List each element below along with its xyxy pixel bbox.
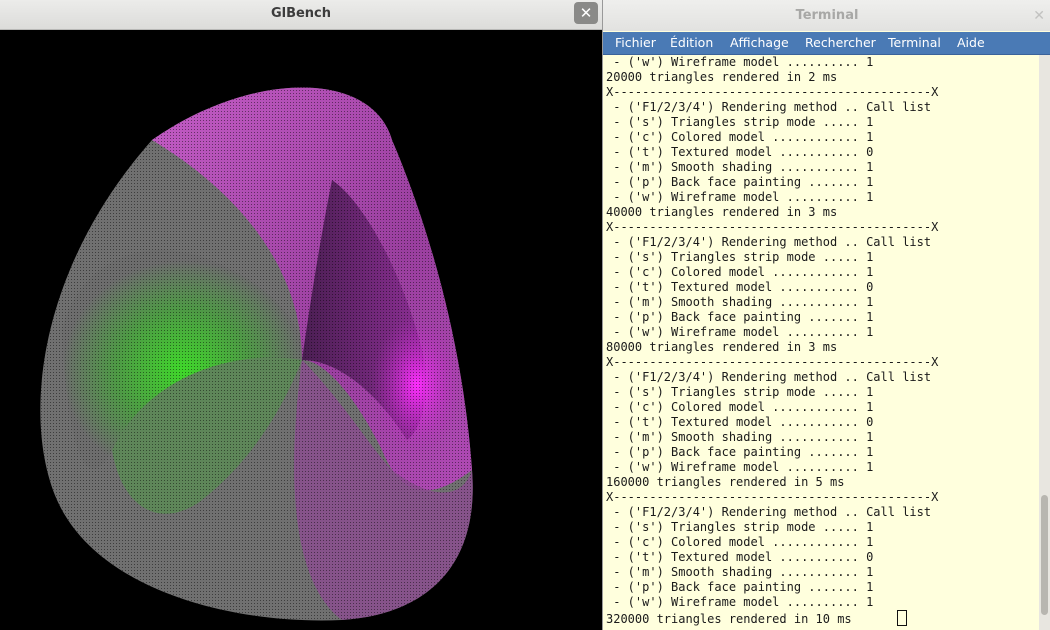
terminal-line: X---------------------------------------…	[606, 355, 939, 369]
glbench-title: GlBench	[270, 6, 332, 21]
menu-aide[interactable]: Aide	[957, 35, 985, 50]
terminal-line: - ('c') Colored model ............ 1	[606, 400, 874, 414]
terminal-line: X---------------------------------------…	[606, 490, 939, 504]
glbench-titlebar[interactable]: GlBench ✕	[0, 0, 602, 30]
terminal-line: - ('m') Smooth shading ........... 1	[606, 160, 874, 174]
terminal-scrollbar[interactable]	[1039, 55, 1050, 630]
terminal-close-button[interactable]: ✕	[1033, 8, 1045, 24]
terminal-line: - ('m') Smooth shading ........... 1	[606, 295, 874, 309]
terminal-output[interactable]: - ('w') Wireframe model .......... 1 2000…	[603, 55, 1039, 630]
terminal-line: 80000 triangles rendered in 3 ms	[606, 340, 838, 354]
terminal-line: - ('p') Back face painting ....... 1	[606, 310, 874, 324]
terminal-line: - ('w') Wireframe model .......... 1	[606, 190, 874, 204]
scrollbar-thumb[interactable]	[1041, 495, 1048, 615]
terminal-line: - ('F1/2/3/4') Rendering method .. Call …	[606, 505, 932, 519]
menu-terminal[interactable]: Terminal	[888, 35, 941, 50]
terminal-line: - ('t') Textured model ........... 0	[606, 145, 874, 159]
terminal-line: - ('m') Smooth shading ........... 1	[606, 430, 874, 444]
terminal-line: 320000 triangles rendered in 10 ms	[603, 610, 1039, 626]
terminal-line: X---------------------------------------…	[606, 85, 939, 99]
wireframe-surface	[40, 87, 473, 621]
terminal-line: 40000 triangles rendered in 3 ms	[606, 205, 838, 219]
terminal-menubar: Fichier Édition Affichage Rechercher Ter…	[603, 32, 1050, 55]
terminal-line: - ('p') Back face painting ....... 1	[606, 175, 874, 189]
terminal-line: - ('p') Back face painting ....... 1	[606, 445, 874, 459]
terminal-line: 160000 triangles rendered in 5 ms	[606, 475, 845, 489]
menu-rechercher[interactable]: Rechercher	[805, 35, 876, 50]
terminal-line: - ('F1/2/3/4') Rendering method .. Call …	[606, 235, 932, 249]
menu-edition[interactable]: Édition	[670, 35, 713, 50]
terminal-line: - ('s') Triangles strip mode ..... 1	[606, 250, 874, 264]
terminal-title: Terminal	[795, 8, 859, 23]
terminal-line: - ('w') Wireframe model .......... 1	[606, 460, 874, 474]
terminal-line: - ('w') Wireframe model .......... 1	[606, 595, 874, 609]
terminal-line: 20000 triangles rendered in 2 ms	[606, 70, 838, 84]
terminal-window: Terminal ✕ Fichier Édition Affichage Rec…	[602, 0, 1050, 630]
terminal-line: - ('c') Colored model ............ 1	[606, 535, 874, 549]
terminal-titlebar[interactable]: Terminal ✕	[603, 0, 1050, 31]
menu-fichier[interactable]: Fichier	[615, 35, 656, 50]
terminal-line: - ('s') Triangles strip mode ..... 1	[606, 520, 874, 534]
terminal-line: - ('s') Triangles strip mode ..... 1	[606, 385, 874, 399]
terminal-line: - ('c') Colored model ............ 1	[606, 130, 874, 144]
terminal-line: - ('p') Back face painting ....... 1	[606, 580, 874, 594]
glbench-close-button[interactable]: ✕	[574, 2, 598, 24]
terminal-cursor	[897, 610, 907, 626]
menu-affichage[interactable]: Affichage	[730, 35, 789, 50]
opengl-render-canvas[interactable]	[2, 30, 600, 628]
glbench-window: GlBench ✕	[0, 0, 602, 630]
terminal-line: - ('s') Triangles strip mode ..... 1	[606, 115, 874, 129]
terminal-line: - ('w') Wireframe model .......... 1	[606, 55, 874, 69]
terminal-line: - ('m') Smooth shading ........... 1	[606, 565, 874, 579]
terminal-line: - ('F1/2/3/4') Rendering method .. Call …	[606, 370, 932, 384]
terminal-line: - ('t') Textured model ........... 0	[606, 415, 874, 429]
terminal-line: - ('w') Wireframe model .......... 1	[606, 325, 874, 339]
terminal-line: - ('t') Textured model ........... 0	[606, 280, 874, 294]
terminal-line: - ('F1/2/3/4') Rendering method .. Call …	[606, 100, 932, 114]
terminal-line: X---------------------------------------…	[606, 220, 939, 234]
terminal-line: - ('c') Colored model ............ 1	[606, 265, 874, 279]
terminal-line: - ('t') Textured model ........... 0	[606, 550, 874, 564]
